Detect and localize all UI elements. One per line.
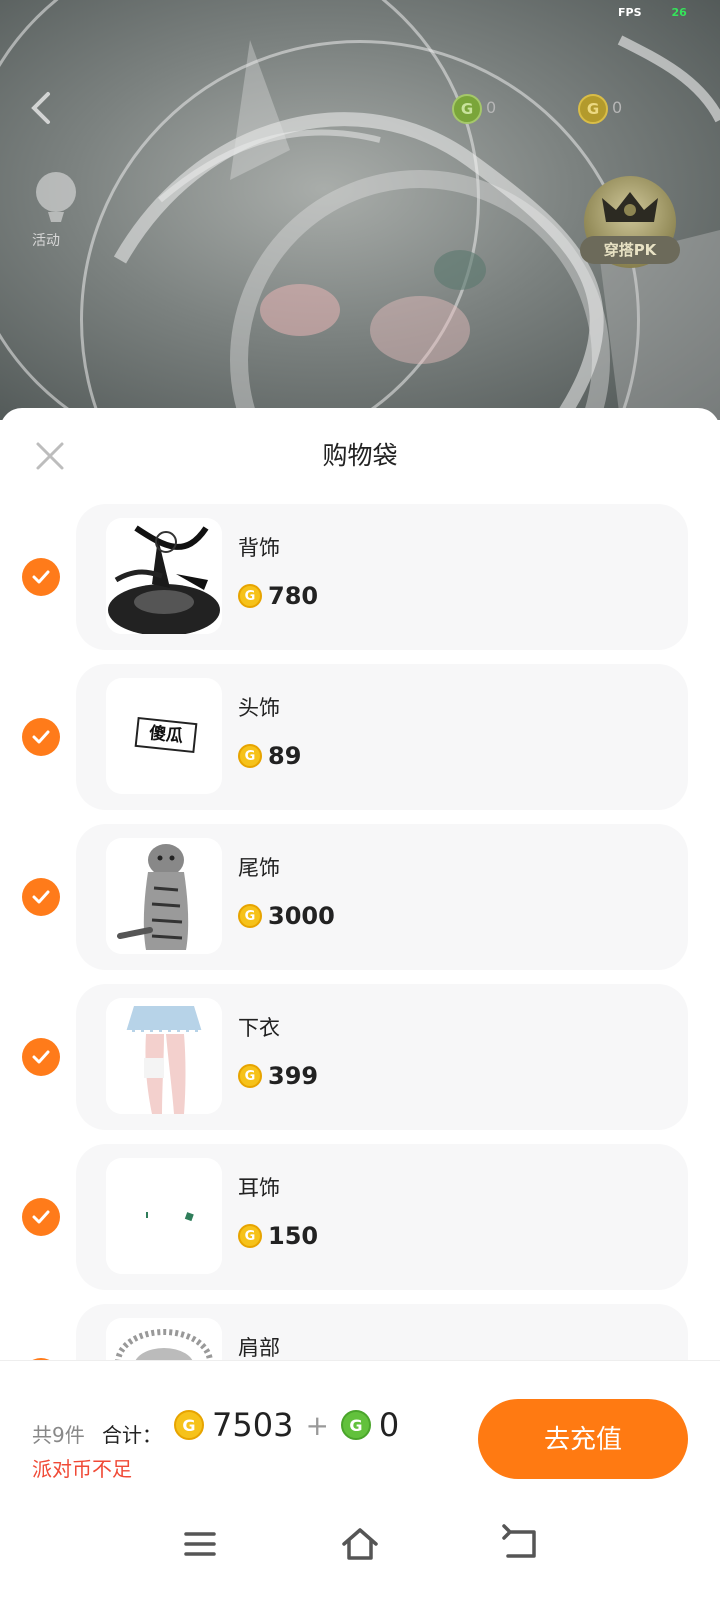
- gold-coin-icon: G: [238, 904, 262, 928]
- insufficient-funds-warning: 派对币不足: [32, 1457, 132, 1481]
- green-coin-icon: G: [452, 94, 482, 124]
- item-price-value: 3000: [268, 902, 335, 930]
- cart-item: 尾饰 G 3000: [0, 824, 720, 970]
- menu-icon[interactable]: [180, 1524, 220, 1564]
- item-price-value: 150: [268, 1222, 319, 1250]
- fps-value: 26: [671, 6, 687, 19]
- item-checkbox[interactable]: [22, 718, 60, 756]
- gold-coin-icon: G: [238, 1224, 262, 1248]
- check-icon: [32, 1050, 50, 1064]
- item-card[interactable]: 傻瓜 头饰 G 89: [76, 664, 688, 810]
- fps-counter: FPS 26: [618, 6, 687, 19]
- home-icon[interactable]: [340, 1524, 380, 1564]
- item-category: 头饰: [238, 696, 280, 720]
- cart-item: 傻瓜 头饰 G 89: [0, 664, 720, 810]
- check-icon: [32, 570, 50, 584]
- item-price-value: 399: [268, 1062, 319, 1090]
- gold-coin-icon: G: [238, 744, 262, 768]
- gold-total: 7503: [212, 1406, 294, 1444]
- item-thumbnail: [106, 1318, 222, 1360]
- sheet-title: 购物袋: [322, 441, 398, 470]
- item-count: 共9件: [32, 1423, 85, 1447]
- outfit-pk-label: 穿搭PK: [580, 236, 680, 264]
- earrings-image: [106, 1158, 222, 1274]
- item-category: 背饰: [238, 536, 280, 560]
- gold-coin-balance: 0: [612, 98, 623, 117]
- game-background: FPS 26 G 0 G 0 活动 穿搭PK: [0, 0, 720, 420]
- speech-bubble-sticker: 傻瓜: [134, 716, 198, 754]
- item-category: 肩部: [238, 1336, 280, 1360]
- item-price: G 399: [238, 1060, 318, 1092]
- item-checkbox[interactable]: [22, 878, 60, 916]
- item-checkbox[interactable]: [22, 1038, 60, 1076]
- activity-label: 活动: [32, 233, 60, 249]
- total-label: 合计：: [102, 1423, 162, 1447]
- item-checkbox[interactable]: [22, 558, 60, 596]
- item-thumbnail: 傻瓜: [106, 678, 222, 794]
- shoulder-fur-image: [106, 1318, 222, 1360]
- item-card[interactable]: 耳饰 G 150: [76, 1144, 688, 1290]
- item-thumbnail: [106, 998, 222, 1114]
- item-card[interactable]: 背饰 G 780: [76, 504, 688, 650]
- item-price-value: 780: [268, 582, 319, 610]
- green-coin-icon: G: [340, 1410, 371, 1440]
- item-card[interactable]: 尾饰 G 3000: [76, 824, 688, 970]
- checkout-bar: 共9件 合计： G 7503 + G 0 派对币不足 去充值: [0, 1360, 720, 1484]
- total-amount: G 7503 + G 0: [174, 1405, 399, 1445]
- green-coin-balance: 0: [486, 98, 497, 117]
- back-icon[interactable]: [500, 1524, 540, 1564]
- item-thumbnail: [106, 1158, 222, 1274]
- cart-item-list[interactable]: 背饰 G 780 傻瓜 头饰 G 89 尾饰 G 3000 下衣 G 399 耳…: [0, 504, 720, 1360]
- skirt-legs-image: [106, 998, 222, 1114]
- cart-item: 肩部: [0, 1304, 720, 1360]
- hot-air-balloon-icon: [36, 172, 76, 222]
- plus-sign: +: [305, 1408, 329, 1442]
- activity-button[interactable]: 活动: [28, 168, 84, 258]
- item-category: 耳饰: [238, 1176, 280, 1200]
- cart-item: 下衣 G 399: [0, 984, 720, 1130]
- gold-coin-icon: G: [578, 94, 608, 124]
- cart-item: 背饰 G 780: [0, 504, 720, 650]
- item-thumbnail: [106, 518, 222, 634]
- item-price: G 3000: [238, 900, 335, 932]
- gold-coin-icon: G: [238, 1064, 262, 1088]
- shopping-bag-sheet: 购物袋 背饰 G 780 傻瓜 头饰 G 89 尾饰 G 3000 下衣 G 3…: [0, 408, 720, 1600]
- item-card[interactable]: 肩部: [76, 1304, 688, 1360]
- gold-coin-icon: G: [174, 1410, 204, 1440]
- recharge-button[interactable]: 去充值: [478, 1399, 688, 1479]
- sticker-text: 傻瓜: [148, 723, 184, 747]
- item-checkbox[interactable]: [22, 1198, 60, 1236]
- item-price: G 780: [238, 580, 318, 612]
- check-icon: [32, 890, 50, 904]
- item-price-value: 89: [268, 742, 302, 770]
- system-nav-bar: [0, 1484, 720, 1600]
- check-icon: [32, 730, 50, 744]
- item-price: G 89: [238, 740, 301, 772]
- crown-icon: [602, 192, 658, 222]
- fps-label: FPS: [618, 6, 642, 19]
- item-price: G 150: [238, 1220, 318, 1252]
- tiger-image: [106, 838, 222, 954]
- back-accessory-image: [106, 518, 222, 634]
- item-thumbnail: [106, 838, 222, 954]
- item-card[interactable]: 下衣 G 399: [76, 984, 688, 1130]
- gold-coin-icon: G: [238, 584, 262, 608]
- item-category: 下衣: [238, 1016, 280, 1040]
- item-category: 尾饰: [238, 856, 280, 880]
- back-arrow-icon[interactable]: [26, 88, 56, 128]
- cart-item: 耳饰 G 150: [0, 1144, 720, 1290]
- check-icon: [32, 1210, 50, 1224]
- green-total: 0: [378, 1406, 400, 1444]
- outfit-pk-button[interactable]: 穿搭PK: [580, 176, 680, 268]
